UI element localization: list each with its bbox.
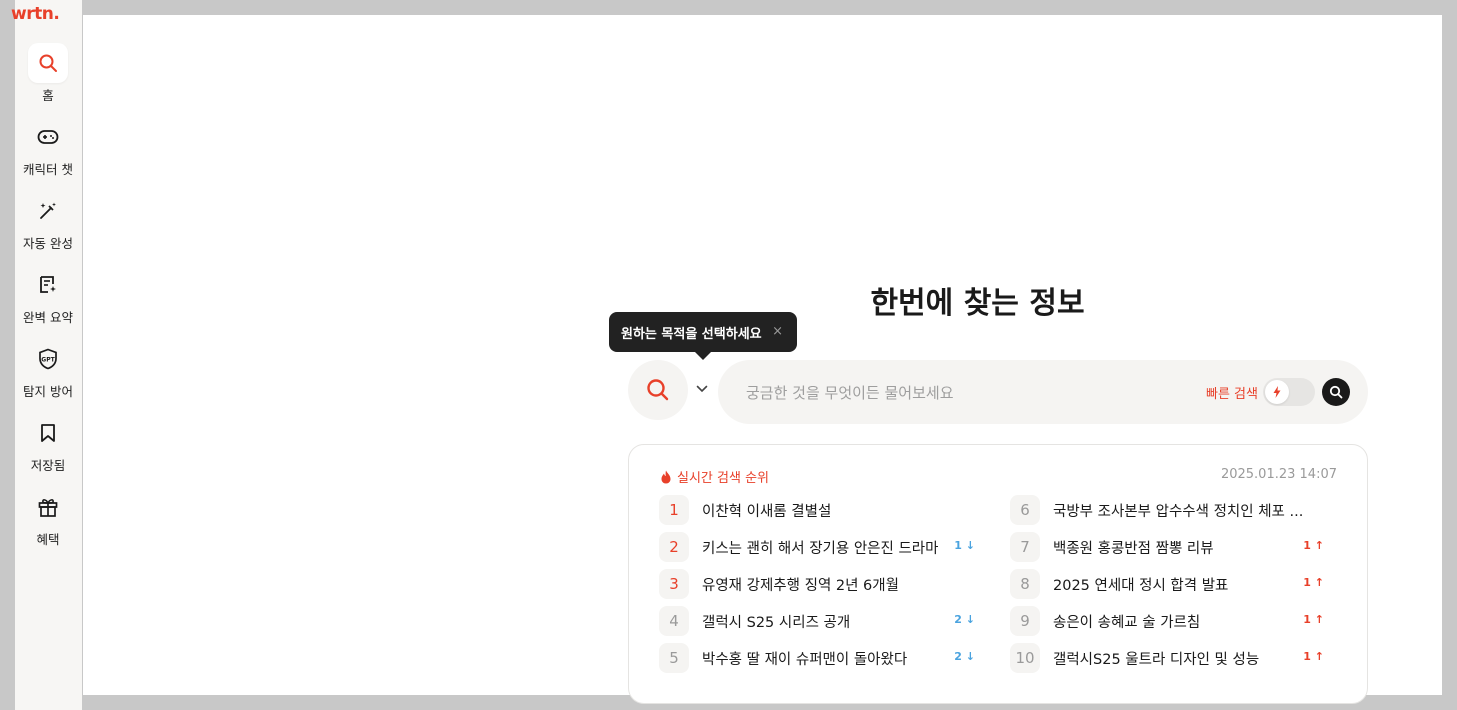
rank-number: 3 xyxy=(659,569,689,599)
page-title-text: 한번에 찾는 정보 xyxy=(870,286,1085,321)
tooltip-close-button[interactable]: × xyxy=(772,324,783,339)
trending-item[interactable]: 7 백종원 홍콩반점 짬뽕 리뷰 1 ↑ xyxy=(1010,532,1324,562)
rank-change: 1 ↑ xyxy=(1303,539,1324,552)
rank-number: 6 xyxy=(1010,495,1040,525)
svg-text:GPT: GPT xyxy=(41,357,55,364)
trending-item[interactable]: 3 유영재 강제추행 징역 2년 6개월 xyxy=(659,569,975,599)
main-content: 한번에 찾는 정보 원하는 목적을 선택하세요 × 빠른 검색 실시간 검색 순… xyxy=(83,15,1442,704)
sidebar: wrtn. 홈 캐릭터 챗 자동 완성 완벽 요약 GPT 탐지 방어 저장됨 … xyxy=(11,0,82,710)
rank-change: 1 ↑ xyxy=(1303,613,1324,626)
fire-icon xyxy=(661,470,671,483)
sidebar-item-detection-defense[interactable]: GPT 탐지 방어 xyxy=(7,339,89,400)
search-icon xyxy=(647,379,669,401)
rank-number: 8 xyxy=(1010,569,1040,599)
trending-keyword: 갤럭시S25 울트라 디자인 및 성능 xyxy=(1053,651,1260,668)
rank-number: 4 xyxy=(659,606,689,636)
summary-doc-icon xyxy=(28,265,68,305)
sidebar-item-label: 캐릭터 챗 xyxy=(23,162,73,177)
sidebar-item-saved[interactable]: 저장됨 xyxy=(7,413,89,474)
trending-keyword: 2025 연세대 정시 합격 발표 xyxy=(1053,577,1229,594)
lightning-icon xyxy=(1269,384,1285,400)
trending-keyword: 박수홍 딸 재이 슈퍼맨이 돌아왔다 xyxy=(702,651,908,668)
trending-item[interactable]: 8 2025 연세대 정시 합격 발표 1 ↑ xyxy=(1010,569,1324,599)
sidebar-item-benefits[interactable]: 혜택 xyxy=(7,487,89,548)
search-submit-button[interactable] xyxy=(1322,378,1350,406)
gamepad-icon xyxy=(28,117,68,157)
search-icon xyxy=(1329,385,1343,399)
chevron-down-icon[interactable] xyxy=(694,381,710,397)
sidebar-item-label: 저장됨 xyxy=(30,458,66,473)
trending-item[interactable]: 6 국방부 조사본부 압수수색 정치인 체포 ... xyxy=(1010,495,1324,525)
rank-change: 1 ↑ xyxy=(1303,576,1324,589)
rank-change: 2 ↓ xyxy=(954,650,975,663)
purpose-tooltip: 원하는 목적을 선택하세요 × xyxy=(609,312,797,360)
sidebar-item-label: 완벽 요약 xyxy=(23,310,73,325)
sidebar-item-home[interactable]: 홈 xyxy=(7,43,89,104)
rank-number: 10 xyxy=(1010,643,1040,673)
trending-keyword: 갤럭시 S25 시리즈 공개 xyxy=(702,614,851,631)
trending-keyword: 키스는 괜히 해서 장기용 안은진 드라마 xyxy=(702,540,939,557)
sidebar-item-label: 자동 완성 xyxy=(23,236,73,251)
trending-keyword: 백종원 홍콩반점 짬뽕 리뷰 xyxy=(1053,540,1214,557)
rank-change: 2 ↓ xyxy=(954,613,975,626)
trending-title: 실시간 검색 순위 xyxy=(660,467,769,486)
rank-number: 2 xyxy=(659,532,689,562)
trending-item[interactable]: 5 박수홍 딸 재이 슈퍼맨이 돌아왔다 2 ↓ xyxy=(659,643,975,673)
rank-number: 5 xyxy=(659,643,689,673)
rank-change: 1 ↑ xyxy=(1303,650,1324,663)
search-icon xyxy=(28,43,68,83)
purpose-selector-button[interactable] xyxy=(628,360,688,420)
trending-item[interactable]: 9 송은이 송혜교 술 가르침 1 ↑ xyxy=(1010,606,1324,636)
magic-wand-icon xyxy=(28,191,68,231)
sidebar-item-label: 탐지 방어 xyxy=(23,384,73,399)
trending-item[interactable]: 1 이찬혁 이새롬 결별설 xyxy=(659,495,975,525)
search-input[interactable] xyxy=(744,360,1188,426)
sidebar-item-label: 홈 xyxy=(42,88,54,103)
wrtn-logo[interactable]: wrtn. xyxy=(11,4,60,24)
rank-change: 1 ↓ xyxy=(954,539,975,552)
trending-keyword: 유영재 강제추행 징역 2년 6개월 xyxy=(702,577,899,594)
trending-keyword: 국방부 조사본부 압수수색 정치인 체포 ... xyxy=(1053,503,1304,520)
tooltip-text: 원하는 목적을 선택하세요 xyxy=(621,326,762,342)
fast-search-toggle[interactable] xyxy=(1263,378,1315,406)
sidebar-item-character-chat[interactable]: 캐릭터 챗 xyxy=(7,117,89,178)
toggle-knob xyxy=(1265,380,1289,404)
sidebar-item-summary[interactable]: 완벽 요약 xyxy=(7,265,89,326)
realtime-trending-card: 실시간 검색 순위 2025.01.23 14:07 1 이찬혁 이새롬 결별설… xyxy=(628,444,1368,704)
trending-timestamp: 2025.01.23 14:07 xyxy=(1220,467,1337,482)
trending-item[interactable]: 2 키스는 괜히 해서 장기용 안은진 드라마 1 ↓ xyxy=(659,532,975,562)
sidebar-item-auto-complete[interactable]: 자동 완성 xyxy=(7,191,89,252)
gift-icon xyxy=(28,487,68,527)
trending-keyword: 송은이 송혜교 술 가르침 xyxy=(1053,614,1201,631)
trending-title-text: 실시간 검색 순위 xyxy=(677,471,769,486)
trending-item[interactable]: 4 갤럭시 S25 시리즈 공개 2 ↓ xyxy=(659,606,975,636)
rank-number: 9 xyxy=(1010,606,1040,636)
sidebar-item-label: 혜택 xyxy=(36,532,60,547)
search-bar: 빠른 검색 xyxy=(718,360,1368,426)
trending-keyword: 이찬혁 이새롬 결별설 xyxy=(702,503,832,520)
fast-search-label: 빠른 검색 xyxy=(1206,387,1258,402)
bookmark-icon xyxy=(28,413,68,453)
gpt-shield-icon: GPT xyxy=(28,339,68,379)
rank-number: 1 xyxy=(659,495,689,525)
rank-number: 7 xyxy=(1010,532,1040,562)
trending-item[interactable]: 10 갤럭시S25 울트라 디자인 및 성능 1 ↑ xyxy=(1010,643,1324,673)
